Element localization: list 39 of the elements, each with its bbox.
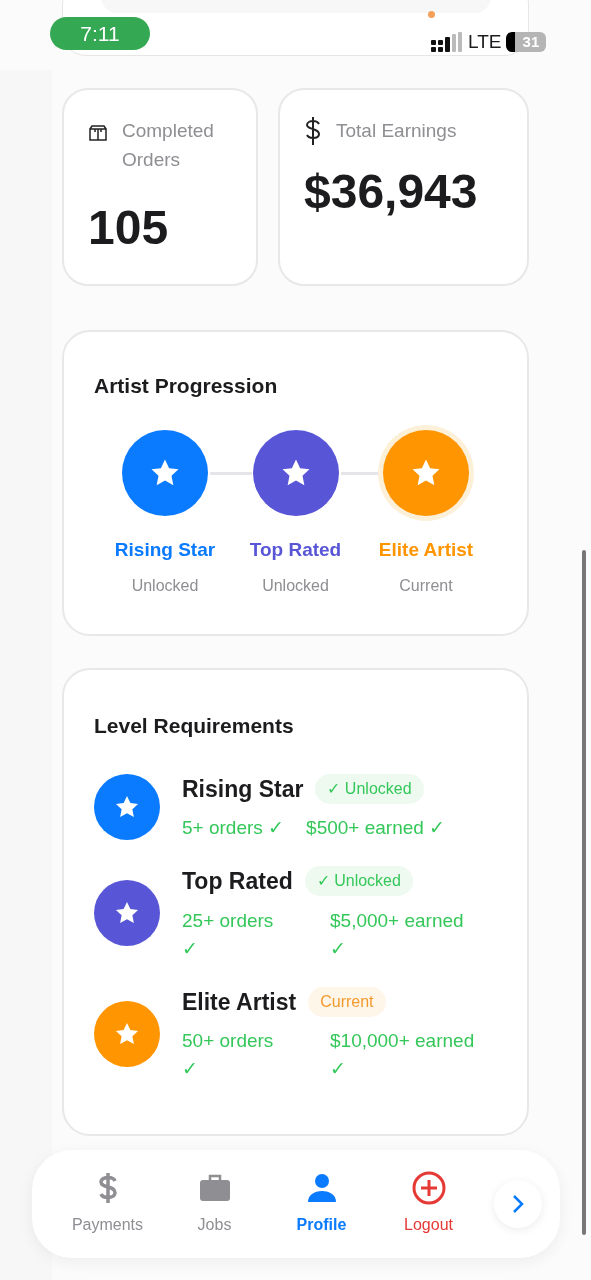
tab-item[interactable]: Logout [375,1159,482,1249]
time-pill: 7:11 [50,17,150,50]
stat-label: Completed Orders [122,119,215,172]
next-button[interactable] [494,1180,542,1228]
criterion-text: 5+ orders ✓ [182,816,285,840]
tab-item[interactable]: Profile [268,1159,375,1249]
level-name: Top Rated [249,537,342,562]
level-status: Current [399,576,453,596]
criterion-text: 25+ orders ✓ [182,908,275,961]
status-badge: Current [308,986,386,1017]
briefcase-icon [198,1174,231,1202]
criterion-text: 50+ orders ✓ [182,1029,275,1081]
level-name: Rising Star [114,537,216,562]
level-name: Elite Artist [378,537,474,562]
box-icon [88,124,108,142]
criterion-text: $500+ earned ✓ [306,816,446,840]
tab-item[interactable]: Jobs [161,1159,268,1249]
card-title: Artist Progression [94,373,279,399]
battery-icon: 31 [506,32,547,53]
status-badge: ✓ Unlocked [315,773,424,804]
level-status: Unlocked [262,576,329,596]
criterion-text: $10,000+ earned ✓ [330,1029,475,1081]
level-name: Elite Artist [182,987,297,1017]
level-name: Top Rated [182,867,293,896]
person-icon [306,1173,337,1203]
signal-icon [431,32,463,53]
chevron-right-icon [512,1194,524,1214]
network-label: LTE [468,30,502,54]
card-title: Level Requirements [94,713,295,739]
stat-value: $36,943 [304,168,479,216]
plus-circle-icon [411,1171,446,1205]
stat-value: 105 [88,204,170,252]
level-name: Rising Star [182,774,304,804]
stat-label: Total Earnings [336,119,457,143]
tab-item[interactable]: Payments [54,1159,161,1249]
level-status: Unlocked [131,576,199,596]
dollar-icon [304,116,322,146]
criterion-text: $5,000+ earned ✓ [330,908,464,961]
status-badge: ✓ Unlocked [304,866,413,897]
